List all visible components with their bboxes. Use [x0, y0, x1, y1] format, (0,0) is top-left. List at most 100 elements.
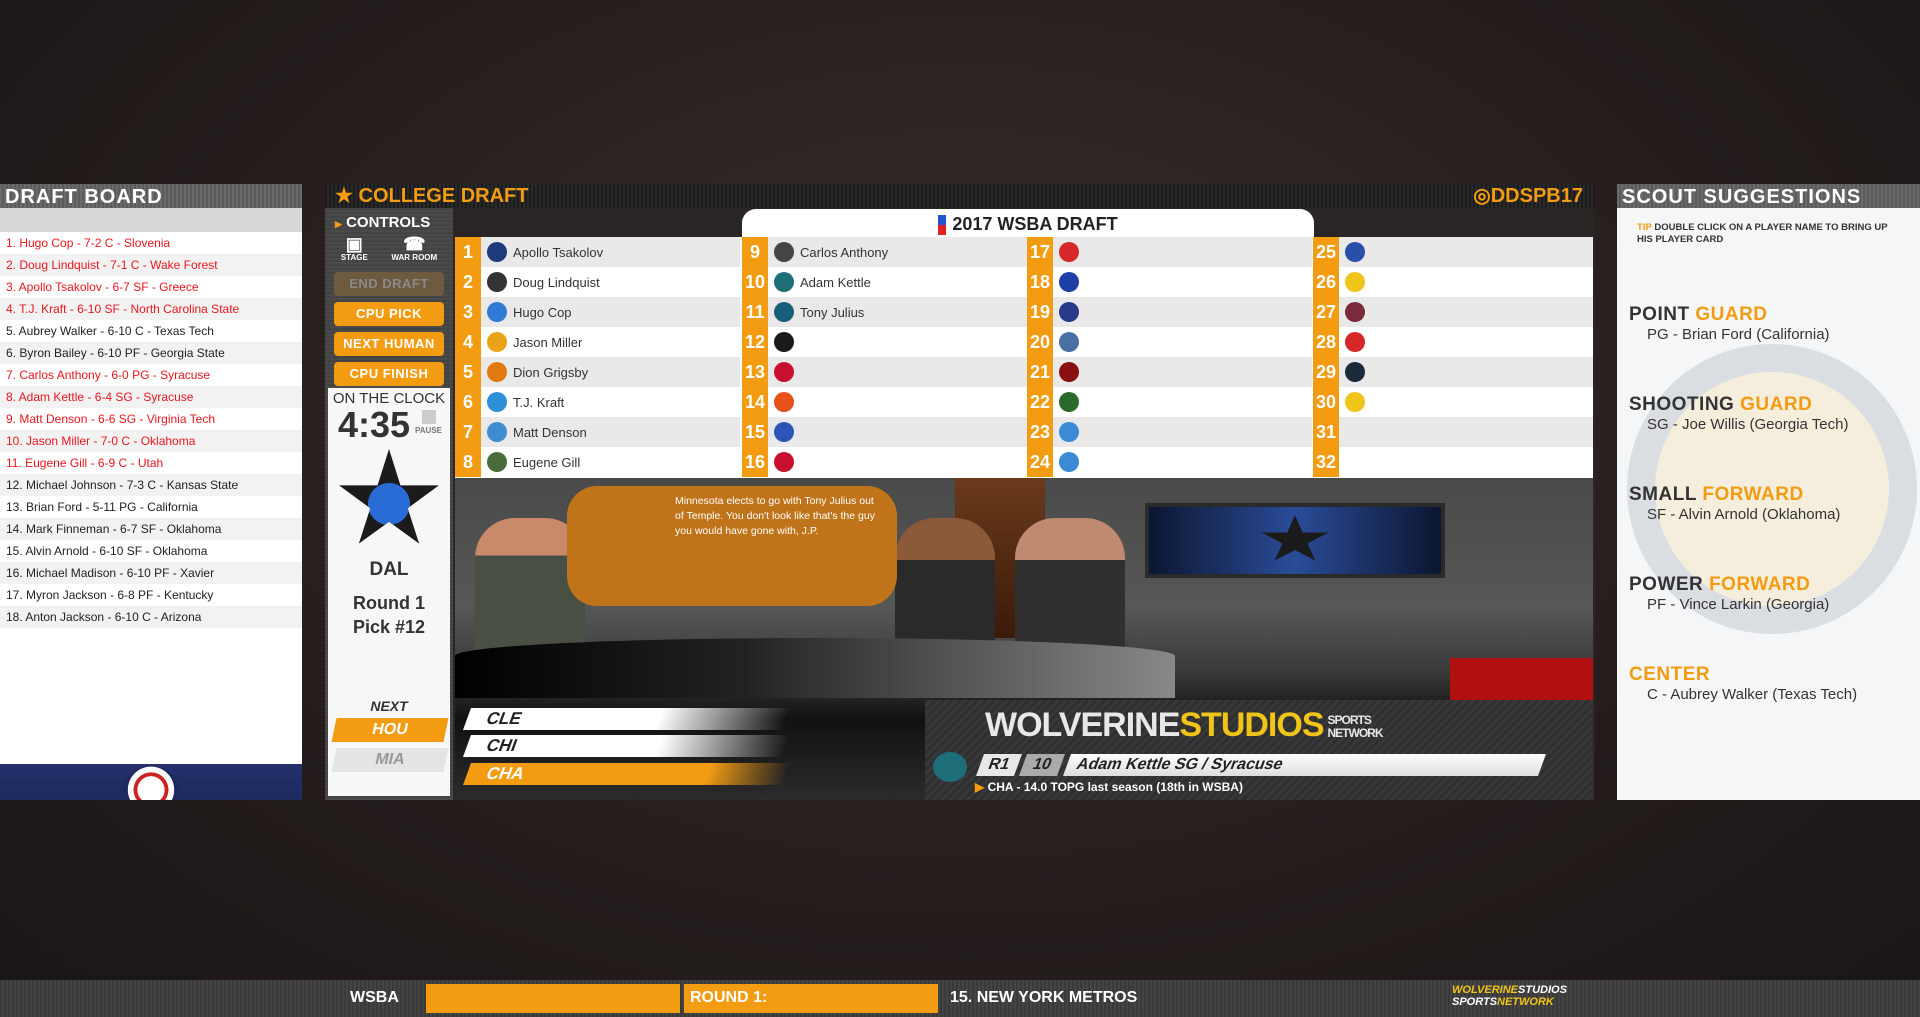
draft-pick-slot[interactable]: 15 — [742, 417, 1027, 447]
pick-number: 28 — [1313, 327, 1339, 357]
picked-player[interactable]: Adam Kettle — [800, 275, 871, 290]
draft-pick-slot[interactable]: 24 — [1027, 447, 1312, 477]
logo-b: STUDIOS — [1518, 984, 1567, 996]
draft-pick-slot[interactable]: 17 — [1027, 237, 1312, 267]
draft-board-row[interactable]: 4. T.J. Kraft - 6-10 SF - North Carolina… — [0, 298, 302, 320]
scout-position: POINT GUARD PG - Brian Ford (California) — [1629, 304, 1830, 343]
draft-board-row[interactable]: 3. Apollo Tsakolov - 6-7 SF - Greece — [0, 276, 302, 298]
draft-pick-slot[interactable]: 10 Adam Kettle — [742, 267, 1027, 297]
draft-pick-slot[interactable]: 22 — [1027, 387, 1312, 417]
draft-pick-slot[interactable]: 29 — [1313, 357, 1593, 387]
draft-pick-slot[interactable]: 1 Apollo Tsakolov — [455, 237, 740, 267]
draft-pick-slot[interactable]: 13 — [742, 357, 1027, 387]
picked-player[interactable]: Matt Denson — [513, 425, 587, 440]
suggested-player[interactable]: PF - Vince Larkin (Georgia) — [1629, 596, 1829, 613]
draft-pick-slot[interactable]: 6 T.J. Kraft — [455, 387, 740, 417]
team-logo-icon — [1345, 272, 1365, 292]
picked-player[interactable]: Doug Lindquist — [513, 275, 600, 290]
draft-board-row[interactable]: 11. Eugene Gill - 6-9 C - Utah — [0, 452, 302, 474]
suggested-player[interactable]: C - Aubrey Walker (Texas Tech) — [1629, 686, 1857, 703]
draft-pick-slot[interactable]: 5 Dion Grigsby — [455, 357, 740, 387]
ticker-team: 15. NEW YORK METROS — [950, 989, 1138, 1006]
draft-pick-slot[interactable]: 2 Doug Lindquist — [455, 267, 740, 297]
draft-board-row[interactable]: 16. Michael Madison - 6-10 PF - Xavier — [0, 562, 302, 584]
draft-board-row[interactable]: 7. Carlos Anthony - 6-0 PG - Syracuse — [0, 364, 302, 386]
draft-board-row[interactable]: 6. Byron Bailey - 6-10 PF - Georgia Stat… — [0, 342, 302, 364]
team-logo-icon — [1059, 362, 1079, 382]
picked-player[interactable]: Hugo Cop — [513, 305, 572, 320]
draft-pick-slot[interactable]: 21 — [1027, 357, 1312, 387]
suggested-player[interactable]: SG - Joe Willis (Georgia Tech) — [1629, 416, 1848, 433]
draft-pick-slot[interactable]: 30 — [1313, 387, 1593, 417]
league-label: WSBA — [350, 989, 399, 1006]
draft-pick-slot[interactable]: 16 — [742, 447, 1027, 477]
cpu-finish-button[interactable]: CPU FINISH — [334, 362, 444, 386]
draft-board-row[interactable]: 2. Doug Lindquist - 7-1 C - Wake Forest — [0, 254, 302, 276]
draft-pick-slot[interactable]: 19 — [1027, 297, 1312, 327]
draft-pick-slot[interactable]: 18 — [1027, 267, 1312, 297]
next-human-button[interactable]: NEXT HUMAN — [334, 332, 444, 356]
draft-board-row[interactable]: 14. Mark Finneman - 6-7 SF - Oklahoma — [0, 518, 302, 540]
draft-pick-slot[interactable]: 4 Jason Miller — [455, 327, 740, 357]
picked-player[interactable]: Dion Grigsby — [513, 365, 588, 380]
picked-player[interactable]: T.J. Kraft — [513, 395, 564, 410]
draft-pick-slot[interactable]: 28 — [1313, 327, 1593, 357]
draft-pick-slot[interactable]: 9 Carlos Anthony — [742, 237, 1027, 267]
draft-picks-grid: 1 Apollo Tsakolov 2 Doug Lindquist 3 Hugo Cop… — [455, 237, 1593, 478]
stage-button[interactable]: ▣ STAGE — [341, 235, 368, 262]
controls-panel: ▶ CONTROLS ▣ STAGE ☎ WAR ROOM END DRAFT CP… — [325, 208, 453, 800]
draft-board-row[interactable]: 1. Hugo Cop - 7-2 C - Slovenia — [0, 232, 302, 254]
draft-pick-slot[interactable]: 12 — [742, 327, 1027, 357]
draft-board-row[interactable]: 18. Anton Jackson - 6-10 C - Arizona — [0, 606, 302, 628]
tip: TIP DOUBLE CLICK ON A PLAYER NAME TO BRI… — [1617, 208, 1920, 246]
logo-c: SPORTS — [1452, 996, 1498, 1008]
draft-pick-slot[interactable]: 8 Eugene Gill — [455, 447, 740, 477]
draft-board-row[interactable]: 12. Michael Johnson - 7-3 C - Kansas Sta… — [0, 474, 302, 496]
draft-pick-slot[interactable]: 3 Hugo Cop — [455, 297, 740, 327]
team-logo-icon — [1345, 452, 1365, 472]
network-b: STUDIOS — [1179, 706, 1324, 744]
draft-board-row[interactable]: 15. Alvin Arnold - 6-10 SF - Oklahoma — [0, 540, 302, 562]
draft-pick-slot[interactable]: 25 — [1313, 237, 1593, 267]
picked-player[interactable]: Carlos Anthony — [800, 245, 888, 260]
picked-player[interactable]: Jason Miller — [513, 335, 582, 350]
pause-button[interactable]: PAUSE — [415, 410, 442, 435]
draft-pick-slot[interactable]: 26 — [1313, 267, 1593, 297]
draft-pick-slot[interactable]: 32 — [1313, 447, 1593, 477]
picked-player[interactable]: Tony Julius — [800, 305, 864, 320]
triangle-icon: ▶ — [335, 219, 342, 229]
draft-board-row[interactable]: 17. Myron Jackson - 6-8 PF - Kentucky — [0, 584, 302, 606]
draft-pick-slot[interactable]: 14 — [742, 387, 1027, 417]
draft-pick-slot[interactable]: 7 Matt Denson — [455, 417, 740, 447]
pick-number: 23 — [1027, 417, 1053, 447]
pick-number: 17 — [1027, 237, 1053, 267]
cpu-pick-button[interactable]: CPU PICK — [334, 302, 444, 326]
on-the-clock-panel: ON THE CLOCK 4:35 PAUSE DAL Round 1 Pick … — [328, 388, 450, 796]
team-logo-icon — [1345, 362, 1365, 382]
draft-pick-slot[interactable]: 23 — [1027, 417, 1312, 447]
pick-number: 20 — [1027, 327, 1053, 357]
suggested-player[interactable]: PG - Brian Ford (California) — [1629, 326, 1830, 343]
scout-title: SCOUT SUGGESTIONS — [1617, 184, 1920, 208]
draft-pick-slot[interactable]: 11 Tony Julius — [742, 297, 1027, 327]
next-team-1: HOU — [331, 718, 449, 742]
end-draft-button[interactable]: END DRAFT — [334, 272, 444, 296]
draft-board-row[interactable]: 5. Aubrey Walker - 6-10 C - Texas Tech — [0, 320, 302, 342]
draft-pick-slot[interactable]: 27 — [1313, 297, 1593, 327]
pick-number: 11 — [742, 297, 768, 327]
war-room-button[interactable]: ☎ WAR ROOM — [391, 235, 437, 262]
suggested-player[interactable]: SF - Alvin Arnold (Oklahoma) — [1629, 506, 1840, 523]
pause-checkbox[interactable] — [421, 410, 436, 424]
draft-pick-slot[interactable]: 20 — [1027, 327, 1312, 357]
picked-player[interactable]: Eugene Gill — [513, 455, 580, 470]
pick-number: 7 — [455, 417, 481, 447]
draft-board-row[interactable]: 13. Brian Ford - 5-11 PG - California — [0, 496, 302, 518]
team-logo-icon — [487, 272, 507, 292]
network-c: SPORTS — [1327, 713, 1372, 728]
draft-board-row[interactable]: 10. Jason Miller - 7-0 C - Oklahoma — [0, 430, 302, 452]
draft-board-row[interactable]: 9. Matt Denson - 6-6 SG - Virginia Tech — [0, 408, 302, 430]
draft-board-row[interactable]: 8. Adam Kettle - 6-4 SG - Syracuse — [0, 386, 302, 408]
team-abbr: DAL — [369, 559, 409, 580]
picked-player[interactable]: Apollo Tsakolov — [513, 245, 603, 260]
draft-pick-slot[interactable]: 31 — [1313, 417, 1593, 447]
